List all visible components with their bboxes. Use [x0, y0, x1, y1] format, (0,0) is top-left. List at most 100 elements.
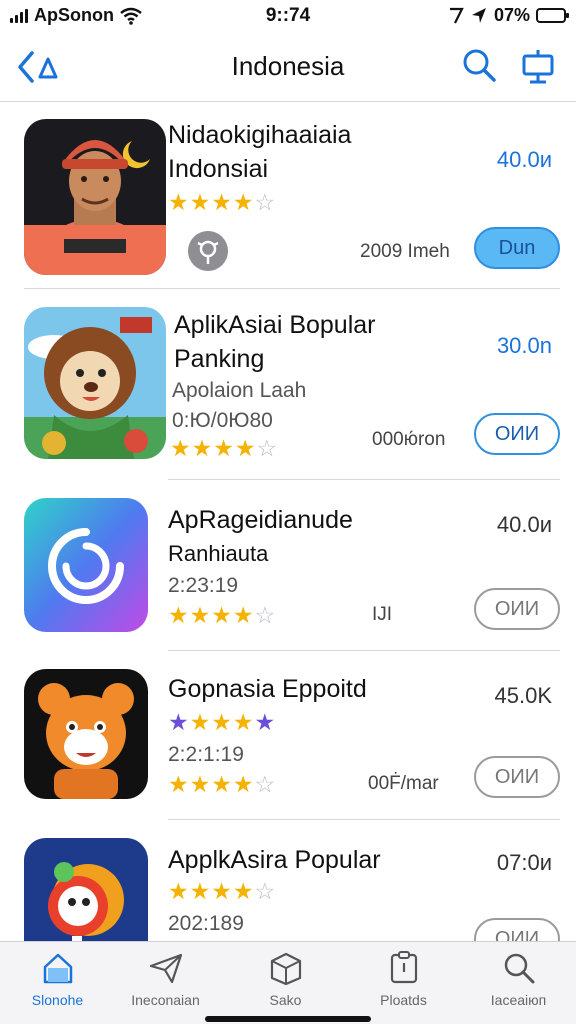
navigation-arrow-icon [471, 7, 486, 23]
get-button[interactable]: Dun [474, 227, 560, 269]
star-empty-icon: ☆ [254, 878, 277, 904]
app-list: Nidaokigihaaiaia Indonsiai ★★★★☆ 40.0и 2… [0, 103, 576, 941]
list-item[interactable]: AplikAsiai Bopular Panking Apolaion Laah… [0, 289, 576, 479]
star-filled-icon: ★ [211, 771, 233, 797]
tab-paper-plane[interactable]: Ineconaian [108, 950, 223, 1008]
star-filled-icon: ★ [213, 435, 235, 461]
star-filled-icon: ★ [189, 709, 212, 735]
star-filled-icon: ★ [189, 602, 212, 628]
star-filled-icon: ★ [168, 602, 190, 628]
star-filled-icon: ★ [211, 709, 233, 735]
star-empty-icon: ☆ [254, 189, 277, 215]
get-button[interactable]: ОИИ [474, 756, 560, 798]
rating-stars: ★★★★☆ [170, 435, 278, 462]
tab-label: Іасеаіюп [490, 992, 547, 1008]
tab-label: Slonohe [31, 992, 84, 1008]
search-icon[interactable] [460, 46, 500, 86]
tab-home[interactable]: Slonohe [0, 950, 115, 1008]
app-date: 2:23:19 [168, 574, 239, 597]
star-filled-icon: ★ [232, 189, 255, 215]
cast-icon[interactable] [518, 46, 558, 86]
app-name-line2: Indonsiai [168, 155, 269, 183]
get-button[interactable]: ОИИ [474, 918, 560, 941]
app-name-line1: Nidaokigihaaiaia [168, 121, 352, 149]
app-date: 0:Ю/0Ю80 [172, 409, 273, 432]
app-date: 202:189 [168, 912, 244, 935]
star-filled-icon: ★ [232, 878, 255, 904]
app-price: 40.0и [496, 512, 552, 537]
list-item[interactable]: ApRageidianude Ranhiauta 2:23:19 ★★★★☆ 4… [0, 480, 576, 650]
app-icon-lion[interactable] [24, 307, 166, 459]
app-name-line1: ApplkAsira Popular [168, 846, 381, 874]
app-name-line1: ApRageidianude [168, 506, 353, 534]
rating-stars-top: ★★★★★ [168, 709, 276, 736]
list-item[interactable]: Nidaokigihaaiaia Indonsiai ★★★★☆ 40.0и 2… [0, 103, 576, 288]
star-empty-icon: ☆ [254, 771, 277, 797]
star-filled-icon: ★ [211, 878, 233, 904]
star-filled-icon: ★ [232, 709, 255, 735]
tab-bar: Slonohe Ineconaian Sako Ploatds Іасеаіюп [0, 941, 576, 1024]
app-name-line1: AplikAsiai Bopular [174, 311, 376, 339]
home-icon [43, 953, 72, 984]
star-filled-icon: ★ [189, 771, 212, 797]
app-price: 07:0и [496, 850, 552, 875]
rating-stars: ★★★★☆ [168, 602, 276, 629]
star-filled-icon: ★ [170, 435, 192, 461]
list-item[interactable]: Gopnasia Eppoitd ★★★★★ 2:2:1:19 ★★★★☆ 45… [0, 651, 576, 819]
search-icon [504, 953, 534, 984]
location-icon [449, 7, 464, 23]
star-filled-icon: ★ [191, 435, 214, 461]
star-filled-icon: ★ [168, 878, 190, 904]
tab-label: Sako [269, 992, 302, 1008]
star-filled-icon: ★ [168, 189, 190, 215]
app-name-line1: Gopnasia Eppoitd [168, 675, 367, 703]
star-empty-icon: ★ [254, 709, 277, 735]
app-name-line2: Ranhiauta [168, 541, 269, 566]
paper-plane-icon [149, 953, 182, 984]
app-icon-avatar-person[interactable] [24, 119, 166, 275]
tab-search[interactable]: Іасеаіюп [461, 950, 576, 1008]
status-bar: ApSonon 9::74 07% [0, 0, 576, 30]
status-right: 07% [448, 5, 569, 26]
star-filled-icon: ★ [168, 709, 190, 735]
settings-badge-icon [188, 231, 228, 271]
app-icon-mascot[interactable] [24, 838, 148, 941]
app-price: 40.0и [496, 147, 552, 172]
app-icon-gradient-swirl[interactable] [24, 498, 148, 632]
rating-stars: ★★★★☆ [168, 771, 276, 798]
app-size: 00Ḟ/mar [368, 773, 439, 794]
star-filled-icon: ★ [189, 878, 212, 904]
app-price: 30.0n [496, 333, 552, 358]
get-button[interactable]: ОИИ [474, 413, 560, 455]
star-filled-icon: ★ [232, 771, 255, 797]
app-size: 2009 Imeh [360, 241, 450, 262]
star-filled-icon: ★ [211, 602, 233, 628]
get-button[interactable]: ОИИ [474, 588, 560, 630]
star-filled-icon: ★ [232, 602, 255, 628]
list-item[interactable]: ApplkAsira Popular ★★★★☆ 202:189 07:0и О… [0, 820, 576, 941]
battery-icon [536, 8, 569, 23]
app-size: 000ю́ron [372, 429, 446, 450]
app-size: IJI [372, 604, 393, 625]
battery-percent: 07% [493, 5, 530, 25]
star-filled-icon: ★ [211, 189, 233, 215]
star-filled-icon: ★ [189, 189, 212, 215]
tab-label: Ploatds [380, 992, 427, 1008]
home-indicator[interactable] [205, 1016, 371, 1022]
app-subtitle: Apolaion Laah [172, 379, 307, 402]
rating-stars: ★★★★☆ [168, 878, 276, 905]
box-icon [270, 952, 301, 986]
clipboard-icon [390, 951, 417, 984]
star-empty-icon: ☆ [254, 602, 277, 628]
rating-stars: ★★★★☆ [168, 189, 276, 216]
app-price: 45.0K [494, 683, 553, 708]
star-filled-icon: ★ [234, 435, 257, 461]
tab-label: Ineconaian [131, 992, 200, 1008]
app-date: 2:2:1:19 [168, 743, 244, 766]
tab-clipboard[interactable]: Ploatds [346, 950, 461, 1008]
star-filled-icon: ★ [168, 771, 190, 797]
app-name-line2: Panking [174, 345, 265, 373]
tab-box[interactable]: Sako [228, 950, 343, 1008]
star-empty-icon: ☆ [256, 435, 279, 461]
app-icon-bear[interactable] [24, 669, 148, 799]
